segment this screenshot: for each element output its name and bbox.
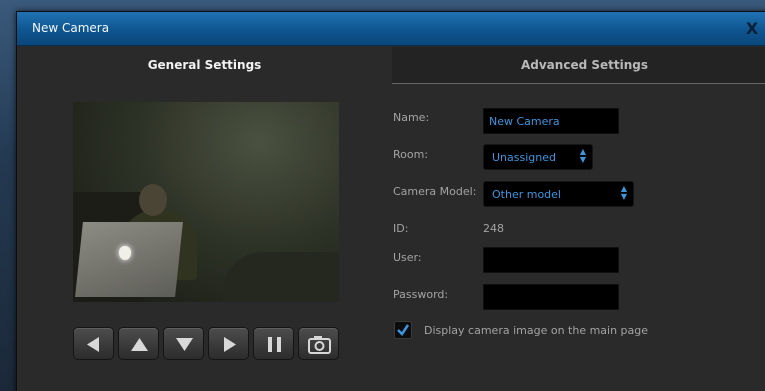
snapshot-button[interactable] [298, 327, 339, 360]
preview-laptop-logo [119, 246, 131, 260]
pan-right-button[interactable] [208, 327, 249, 360]
tilt-down-button[interactable] [163, 327, 204, 360]
title-bar: New Camera X [17, 12, 765, 46]
room-select-value: Unassigned [492, 151, 556, 164]
camera-preview-image [73, 102, 339, 302]
tab-general-settings[interactable]: General Settings [17, 47, 392, 84]
tab-advanced-settings[interactable]: Advanced Settings [392, 47, 765, 84]
room-select[interactable]: Unassigned ▲ ▼ [483, 144, 593, 170]
arrow-left-icon [87, 337, 99, 352]
name-field[interactable]: New Camera [483, 108, 619, 134]
pan-left-button[interactable] [73, 327, 114, 360]
camera-model-select[interactable]: Other model ▲ ▼ [483, 181, 634, 207]
preview-blanket [223, 252, 339, 302]
name-field-value: New Camera [489, 115, 560, 128]
id-value: 248 [483, 222, 504, 235]
display-on-main-page-checkbox[interactable] [394, 321, 412, 339]
select-arrows-icon: ▲ ▼ [620, 184, 627, 201]
pause-button[interactable] [253, 327, 294, 360]
camera-model-label: Camera Model: [393, 185, 477, 198]
id-label: ID: [393, 222, 409, 235]
user-label: User: [393, 251, 422, 264]
tilt-up-button[interactable] [118, 327, 159, 360]
camera-icon [308, 336, 331, 354]
name-label: Name: [393, 111, 430, 124]
checkmark-icon [397, 324, 410, 336]
user-field[interactable] [483, 247, 619, 273]
pause-icon [268, 337, 281, 352]
arrow-down-icon [176, 338, 193, 351]
arrow-right-icon [224, 337, 236, 352]
display-on-main-page-label[interactable]: Display camera image on the main page [424, 324, 648, 337]
close-button[interactable]: X [743, 20, 761, 38]
arrow-up-icon [131, 338, 148, 351]
select-arrows-icon: ▲ ▼ [579, 147, 586, 164]
camera-model-select-value: Other model [492, 188, 561, 201]
preview-laptop [75, 222, 183, 297]
camera-settings-dialog: New Camera X General Settings Advanced S… [16, 11, 765, 391]
window-title: New Camera [32, 21, 110, 35]
preview-person-head [139, 184, 167, 216]
password-label: Password: [393, 288, 449, 301]
room-label: Room: [393, 148, 429, 161]
password-field[interactable] [483, 284, 619, 310]
